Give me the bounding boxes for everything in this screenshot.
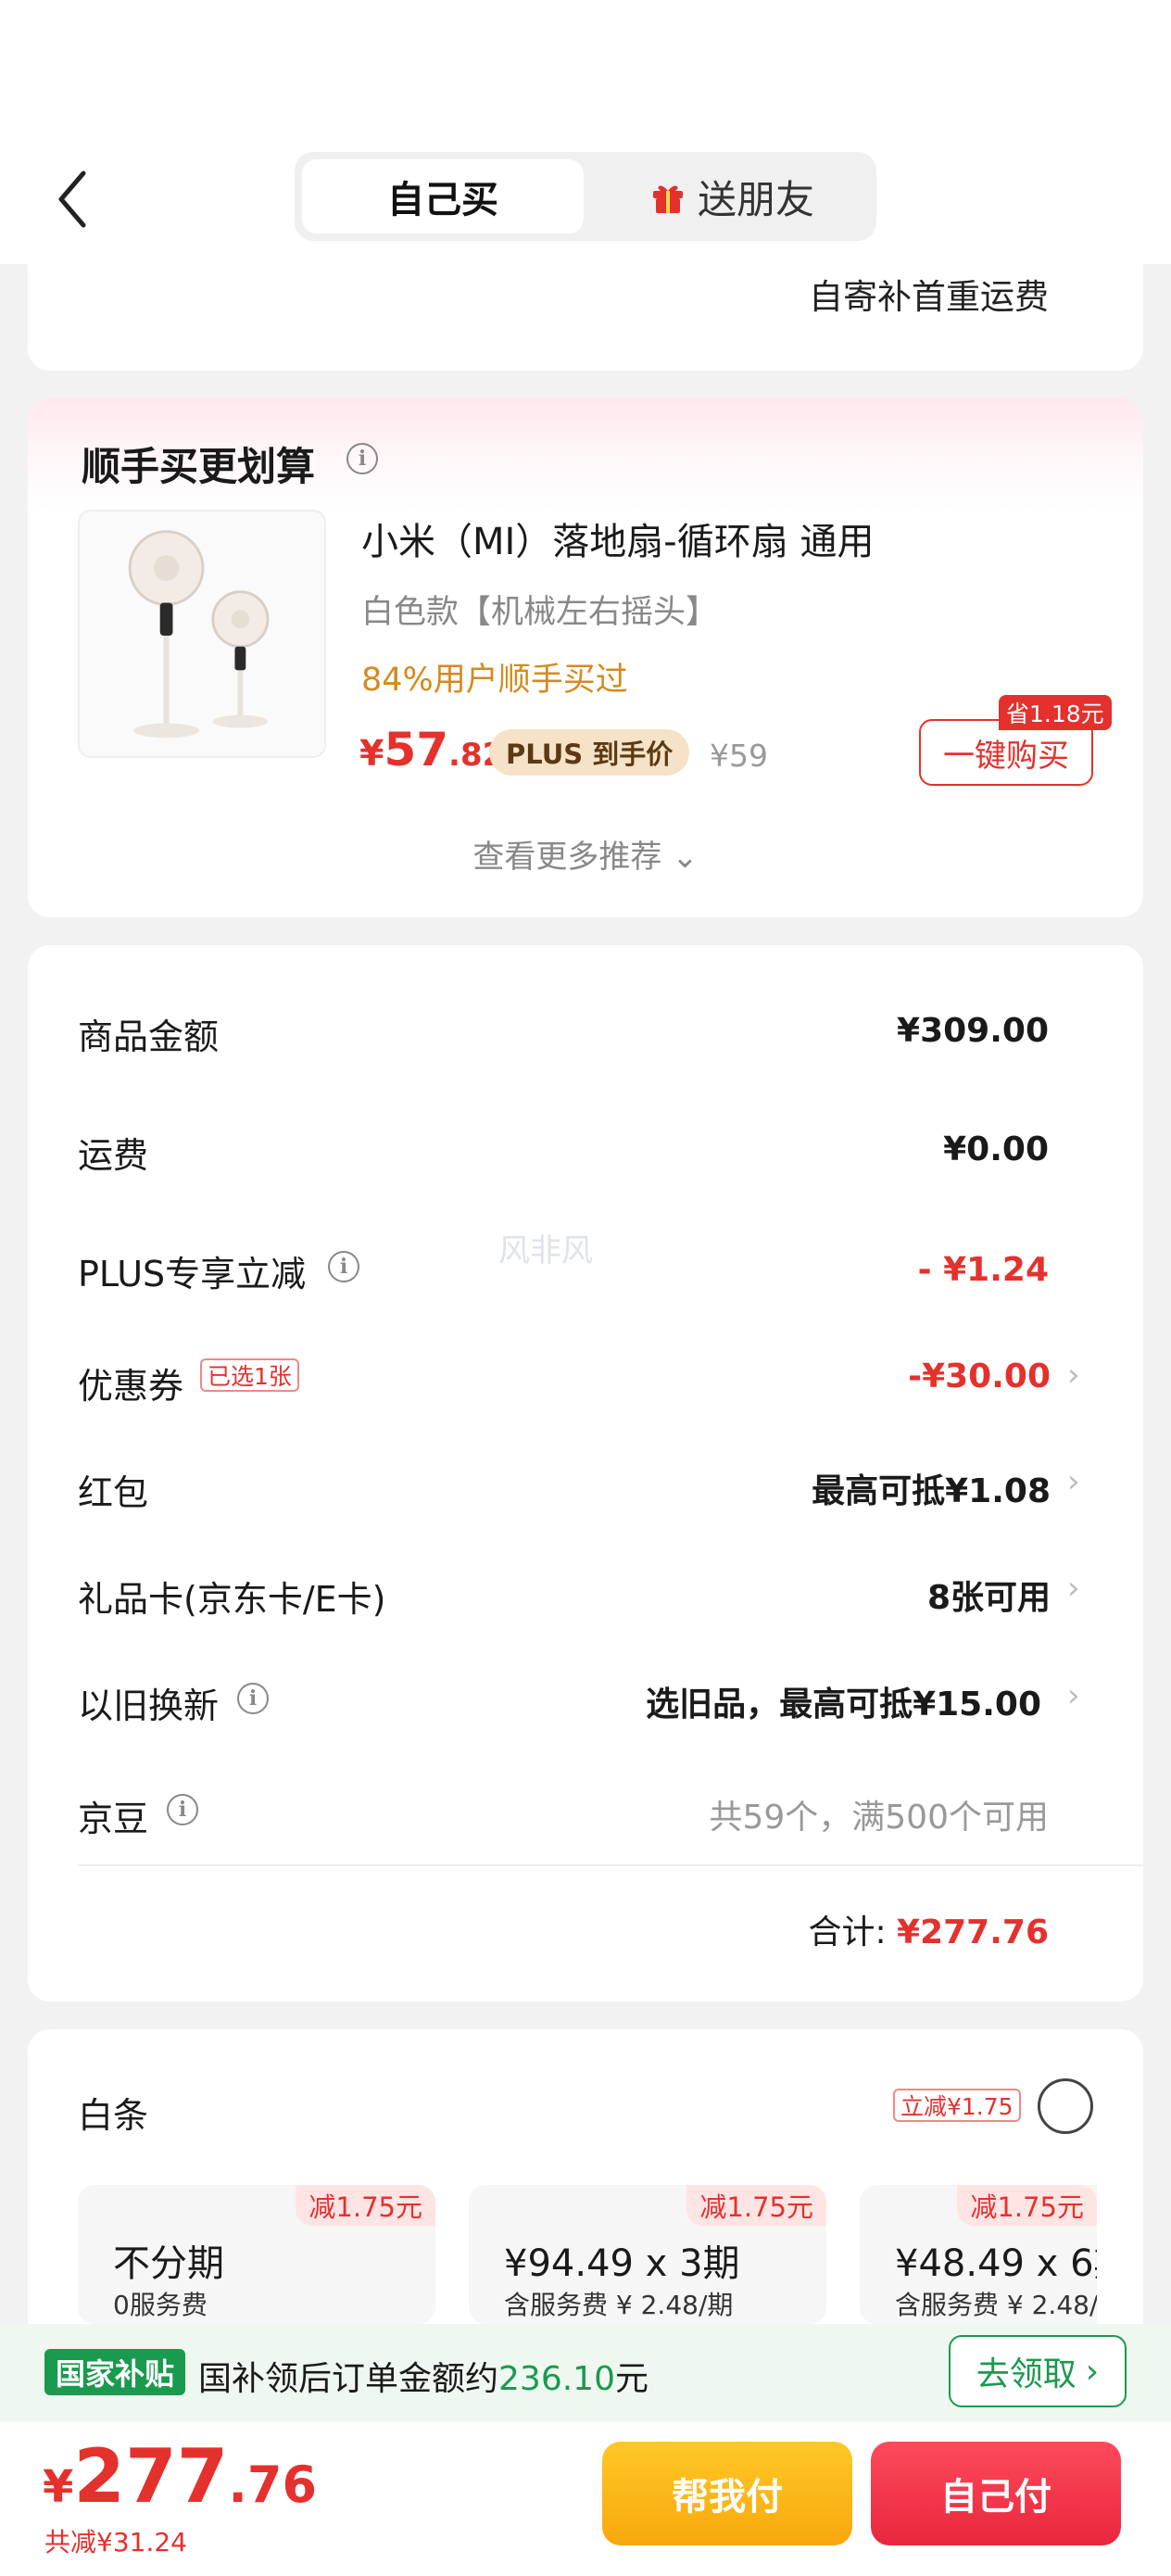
baitiao-discount-tag: 立减¥1.75: [893, 2089, 1021, 2122]
total-currency: ¥: [43, 2461, 74, 2513]
order-total: 合计: ¥277.76: [808, 1905, 1049, 1953]
subsidy-text-prefix: 国补领后订单金额约: [198, 2360, 499, 2398]
tab-buy-for-self[interactable]: 自己买: [302, 159, 584, 234]
back-button[interactable]: [48, 162, 104, 236]
tab-gift-friend[interactable]: 送朋友: [593, 159, 871, 234]
bundle-title: 顺手买更划算: [82, 444, 316, 489]
subsidy-amount: 236.10: [498, 2360, 615, 2398]
product-spec: 白色款【机械左右摇头】: [361, 594, 719, 631]
coupon-value[interactable]: -¥30.00: [908, 1357, 1051, 1395]
plus-price-badge: PLUS 到手价: [489, 729, 690, 776]
red-packet-value[interactable]: 最高可抵¥1.08: [812, 1464, 1051, 1512]
plus-discount-label: PLUS专享立减: [78, 1254, 307, 1294]
plus-discount-value: - ¥1.24: [917, 1251, 1049, 1289]
info-icon[interactable]: i: [346, 443, 378, 474]
total-saved: 共减¥31.24: [44, 2527, 187, 2557]
chevron-right-icon[interactable]: ›: [1067, 1357, 1080, 1394]
info-icon[interactable]: i: [237, 1683, 269, 1714]
divider: [78, 1864, 1143, 1866]
total-label: 合计:: [808, 1913, 887, 1951]
installment-title: ¥94.49 x 3期: [504, 2242, 740, 2285]
fan-image: [128, 530, 270, 739]
product-hint: 84%用户顺手买过: [361, 662, 628, 699]
total-value: ¥277.76: [897, 1913, 1049, 1951]
shipping-fee-label: 运费: [78, 1135, 149, 1176]
pay-myself-button[interactable]: 自己付: [871, 2442, 1121, 2545]
goods-amount-label: 商品金额: [78, 1017, 220, 1057]
installment-discount-tag: 减1.75元: [957, 2185, 1097, 2226]
tab-gift-label: 送朋友: [697, 176, 814, 222]
red-packet-label: 红包: [78, 1472, 149, 1513]
total-integer: 277: [73, 2433, 229, 2519]
chevron-right-icon[interactable]: ›: [1067, 1463, 1080, 1500]
checkout-total: ¥277.76: [43, 2433, 317, 2519]
total-decimal: .76: [228, 2456, 318, 2514]
trade-in-label: 以旧换新: [78, 1686, 220, 1726]
installment-option[interactable]: 减1.75元 不分期 0服务费: [78, 2185, 435, 2324]
shipping-note: 自寄补首重运费: [809, 277, 1049, 317]
installment-discount-tag: 减1.75元: [296, 2185, 435, 2226]
product-title[interactable]: 小米（MI）落地扇-循环扇 通用: [361, 511, 874, 565]
jd-beans-label: 京豆: [78, 1799, 149, 1839]
chevron-right-icon[interactable]: ›: [1067, 1570, 1080, 1607]
claim-label: 去领取: [976, 2355, 1077, 2393]
gift-icon: [652, 185, 683, 213]
original-price: ¥59: [710, 738, 768, 774]
installment-clip: 减1.75元 ¥48.49 x 6期 含服务费 ¥ 2.48/期: [860, 2185, 1097, 2324]
installment-fee: 含服务费 ¥ 2.48/期: [895, 2290, 1097, 2320]
product-image[interactable]: [78, 510, 326, 758]
national-subsidy-badge: 国家补贴: [44, 2349, 186, 2395]
product-price: ¥57.82: [359, 723, 504, 777]
more-recommendations-link[interactable]: 查看更多推荐 ⌄: [0, 831, 1171, 877]
shipping-fee-value: ¥0.00: [943, 1130, 1049, 1168]
claim-subsidy-button[interactable]: 去领取 ›: [949, 2335, 1127, 2407]
info-icon[interactable]: i: [167, 1794, 198, 1825]
baitiao-radio[interactable]: [1038, 2078, 1093, 2134]
installment-discount-tag: 减1.75元: [686, 2185, 826, 2226]
subsidy-text-suffix: 元: [614, 2360, 648, 2398]
baitiao-label: 白条: [78, 2095, 149, 2136]
save-badge: 省1.18元: [999, 695, 1112, 730]
gift-card-value[interactable]: 8张可用: [927, 1571, 1051, 1619]
installment-option[interactable]: 减1.75元 ¥48.49 x 6期 含服务费 ¥ 2.48/期: [860, 2185, 1097, 2324]
installment-title: 不分期: [113, 2242, 224, 2285]
trade-in-value[interactable]: 选旧品，最高可抵¥15.00: [646, 1677, 1041, 1725]
installment-option[interactable]: 减1.75元 ¥94.49 x 3期 含服务费 ¥ 2.48/期: [469, 2185, 826, 2324]
chevron-right-icon[interactable]: ›: [1067, 1677, 1080, 1714]
jd-beans-value: 共59个，满500个可用: [709, 1799, 1049, 1837]
installment-fee: 含服务费 ¥ 2.48/期: [504, 2290, 734, 2320]
chevron-right-icon: ›: [1085, 2352, 1100, 2391]
gift-card-label: 礼品卡(京东卡/E卡): [78, 1579, 386, 1620]
price-currency: ¥: [359, 733, 384, 774]
chevron-left-icon: [58, 170, 86, 228]
coupon-selected-tag: 已选1张: [200, 1358, 299, 1392]
price-integer: 57: [384, 723, 449, 777]
subsidy-text: 国补领后订单金额约236.10元: [198, 2352, 648, 2400]
installment-title: ¥48.49 x 6期: [895, 2242, 1097, 2285]
installment-fee: 0服务费: [113, 2290, 208, 2320]
info-icon[interactable]: i: [328, 1251, 359, 1282]
goods-amount-value: ¥309.00: [897, 1012, 1049, 1050]
help-me-pay-button[interactable]: 帮我付: [602, 2442, 852, 2545]
coupon-label: 优惠券: [78, 1366, 184, 1407]
watermark: 风非风: [498, 1232, 593, 1269]
